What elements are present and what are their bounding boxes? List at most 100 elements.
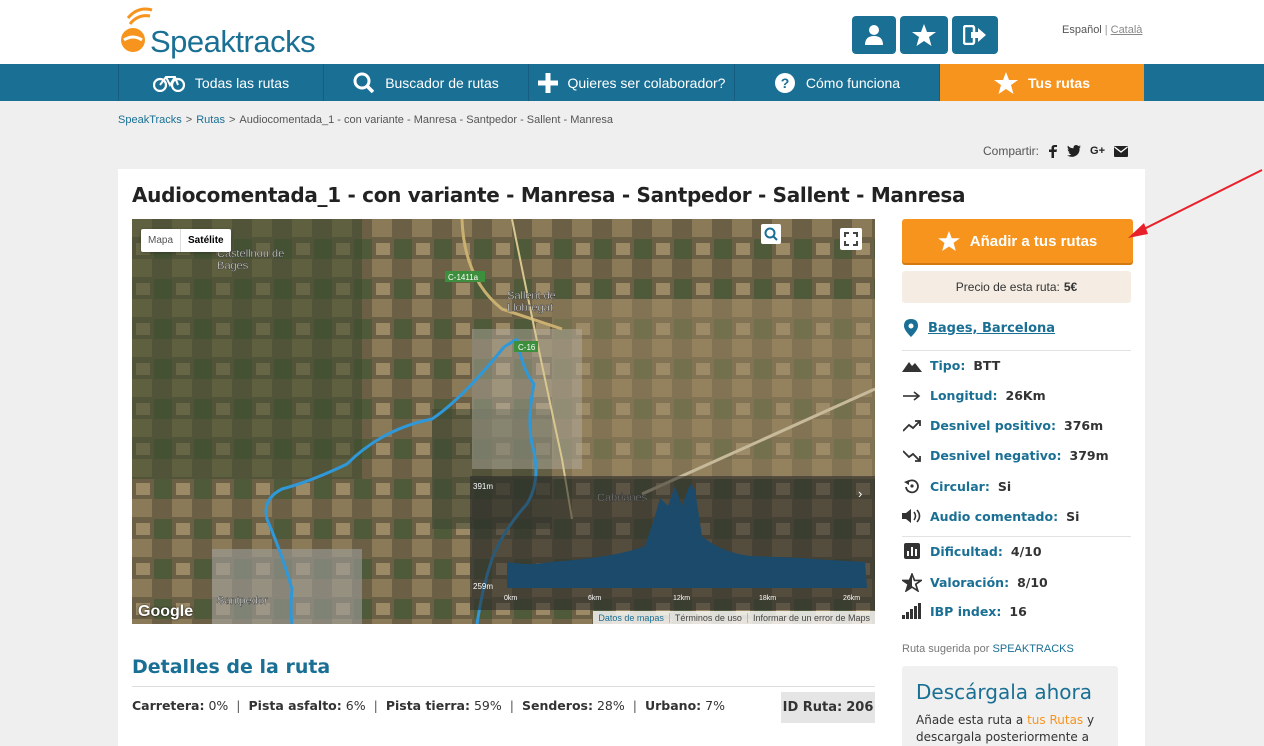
breadcrumb-sep: > — [228, 114, 236, 126]
attr-length: Longitud: 26Km — [902, 388, 1046, 403]
attr-ascent: Desnivel positivo: 376m — [902, 418, 1103, 433]
nav-how-it-works[interactable]: ? Cómo funciona — [735, 64, 940, 101]
route-location[interactable]: Bages, Barcelona — [904, 319, 1055, 337]
google-plus-icon[interactable]: G+ — [1090, 145, 1105, 157]
divider — [902, 536, 1131, 537]
price-box: Precio de esta ruta: 5€ — [902, 271, 1131, 303]
site-header: Speaktracks Español | Català — [0, 0, 1264, 64]
svg-text:C-16: C-16 — [518, 343, 536, 352]
divider — [902, 350, 1131, 351]
add-button-label: Añadir a tus rutas — [969, 232, 1098, 250]
your-routes-link[interactable]: tus Rutas — [1027, 713, 1083, 727]
star-icon — [937, 231, 960, 251]
svg-text:6km: 6km — [588, 595, 601, 602]
logout-icon — [963, 25, 986, 45]
download-box: Descárgala ahora Añade esta ruta a tus R… — [902, 666, 1118, 746]
elevation-max-label: 391m — [473, 482, 493, 491]
map-type-map[interactable]: Mapa — [141, 229, 180, 252]
trend-down-icon — [903, 449, 921, 462]
twitter-icon[interactable] — [1067, 145, 1082, 157]
svg-text:?: ? — [781, 75, 790, 91]
elevation-profile[interactable]: 391m 259m 0km 6km 12km 18km 26km › — [470, 476, 875, 610]
page-title: Audiocomentada_1 - con variante - Manres… — [132, 183, 966, 207]
svg-text:C-1411a: C-1411a — [448, 273, 479, 282]
suggested-by: Ruta sugerida por SPEAKTRACKS — [902, 643, 1074, 655]
nav-your-routes[interactable]: Tus rutas — [940, 64, 1144, 101]
user-button[interactable] — [852, 16, 896, 54]
elevation-chart: 391m 259m 0km 6km 12km 18km 26km › — [473, 482, 867, 602]
price-value: 5€ — [1063, 280, 1078, 294]
fullscreen-button[interactable] — [840, 228, 862, 250]
lang-es[interactable]: Español — [1062, 24, 1102, 36]
route-card: Audiocomentada_1 - con variante - Manres… — [118, 169, 1145, 746]
lang-ca[interactable]: Català — [1111, 24, 1143, 36]
speaktracks-logo[interactable]: Speaktracks — [118, 4, 318, 60]
logout-button[interactable] — [952, 16, 998, 54]
email-icon[interactable] — [1114, 145, 1128, 157]
favorites-button[interactable] — [900, 16, 948, 54]
map-data-link[interactable]: Datos de mapas — [593, 613, 669, 623]
svg-text:Bages: Bages — [217, 260, 249, 272]
annotation-arrow — [1128, 169, 1263, 238]
map-pin-icon — [904, 319, 918, 337]
language-switcher: Español | Català — [1062, 24, 1142, 36]
svg-text:Santpedor: Santpedor — [217, 595, 268, 607]
map-type-control: Mapa Satélite — [141, 229, 231, 252]
map-terms-link[interactable]: Términos de uso — [668, 612, 747, 623]
details-title: Detalles de la ruta — [132, 656, 331, 678]
bar-chart-icon — [904, 543, 920, 559]
breadcrumb: SpeakTracks > Rutas > Audiocomentada_1 - con… — [118, 114, 613, 126]
arrow-right-icon — [903, 390, 921, 401]
map-footer: Datos de mapas Términos de uso Informar … — [593, 611, 875, 624]
facebook-icon[interactable] — [1048, 144, 1058, 158]
breadcrumb-root[interactable]: SpeakTracks — [118, 114, 182, 126]
add-to-routes-button[interactable]: Añadir a tus rutas — [902, 219, 1133, 263]
svg-text:12km: 12km — [673, 595, 690, 602]
nav-collaborator[interactable]: Quieres ser colaborador? — [529, 64, 735, 101]
star-icon — [912, 24, 936, 46]
price-label: Precio de esta ruta: — [955, 280, 1060, 294]
nav-label: Quieres ser colaborador? — [567, 74, 726, 91]
nav-label: Todas las rutas — [194, 74, 290, 91]
speaker-icon — [902, 509, 921, 523]
surface-breakdown: Carretera: 0% | Pista asfalto: 6% | Pist… — [132, 698, 725, 713]
fullscreen-icon — [844, 232, 858, 246]
lang-separator: | — [1104, 24, 1108, 36]
map-type-satellite[interactable]: Satélite — [180, 229, 231, 252]
star-outline-icon — [902, 573, 922, 592]
svg-text:0km: 0km — [504, 595, 517, 602]
share-label: Compartir: — [983, 144, 1040, 158]
attr-type: Tipo: BTT — [902, 358, 1000, 373]
nav-label: Buscador de rutas — [385, 74, 499, 91]
nav-label: Tus rutas — [1028, 74, 1090, 91]
zoom-button[interactable] — [761, 224, 781, 244]
google-logo: Google — [138, 603, 194, 620]
suggested-by-link[interactable]: SPEAKTRACKS — [993, 643, 1074, 655]
magnify-icon — [764, 227, 778, 241]
share-bar: Compartir: G+ — [983, 144, 1128, 158]
map-report-link[interactable]: Informar de un error de Maps — [746, 612, 875, 623]
plus-icon — [537, 72, 558, 93]
attr-circular: Circular: Si — [902, 478, 1011, 494]
trend-up-icon — [903, 419, 921, 432]
elevation-min-label: 259m — [473, 582, 493, 591]
svg-text:26km: 26km — [843, 595, 860, 602]
bike-icon — [152, 75, 185, 92]
signal-icon — [902, 603, 921, 619]
mountain-icon — [902, 361, 922, 372]
attr-difficulty: Dificultad: 4/10 — [902, 543, 1042, 559]
main-nav: Todas las rutas Buscador de rutas Quiere… — [0, 64, 1264, 101]
nav-route-search[interactable]: Buscador de rutas — [324, 64, 529, 101]
user-icon — [865, 25, 883, 45]
attr-rating: Valoración: 8/10 — [902, 573, 1048, 592]
question-icon: ? — [774, 72, 795, 93]
svg-text:18km: 18km — [759, 595, 776, 602]
svg-text:Llobregat: Llobregat — [507, 302, 553, 314]
route-map[interactable]: Castellnou de Bages Sallent de Llobregat… — [132, 219, 875, 624]
svg-text:Sallent de: Sallent de — [507, 290, 556, 302]
nav-all-routes[interactable]: Todas las rutas — [118, 64, 324, 101]
logo-text: Speaktracks — [150, 24, 316, 59]
breadcrumb-section[interactable]: Rutas — [196, 114, 225, 126]
search-icon — [353, 72, 375, 93]
divider — [132, 686, 875, 687]
